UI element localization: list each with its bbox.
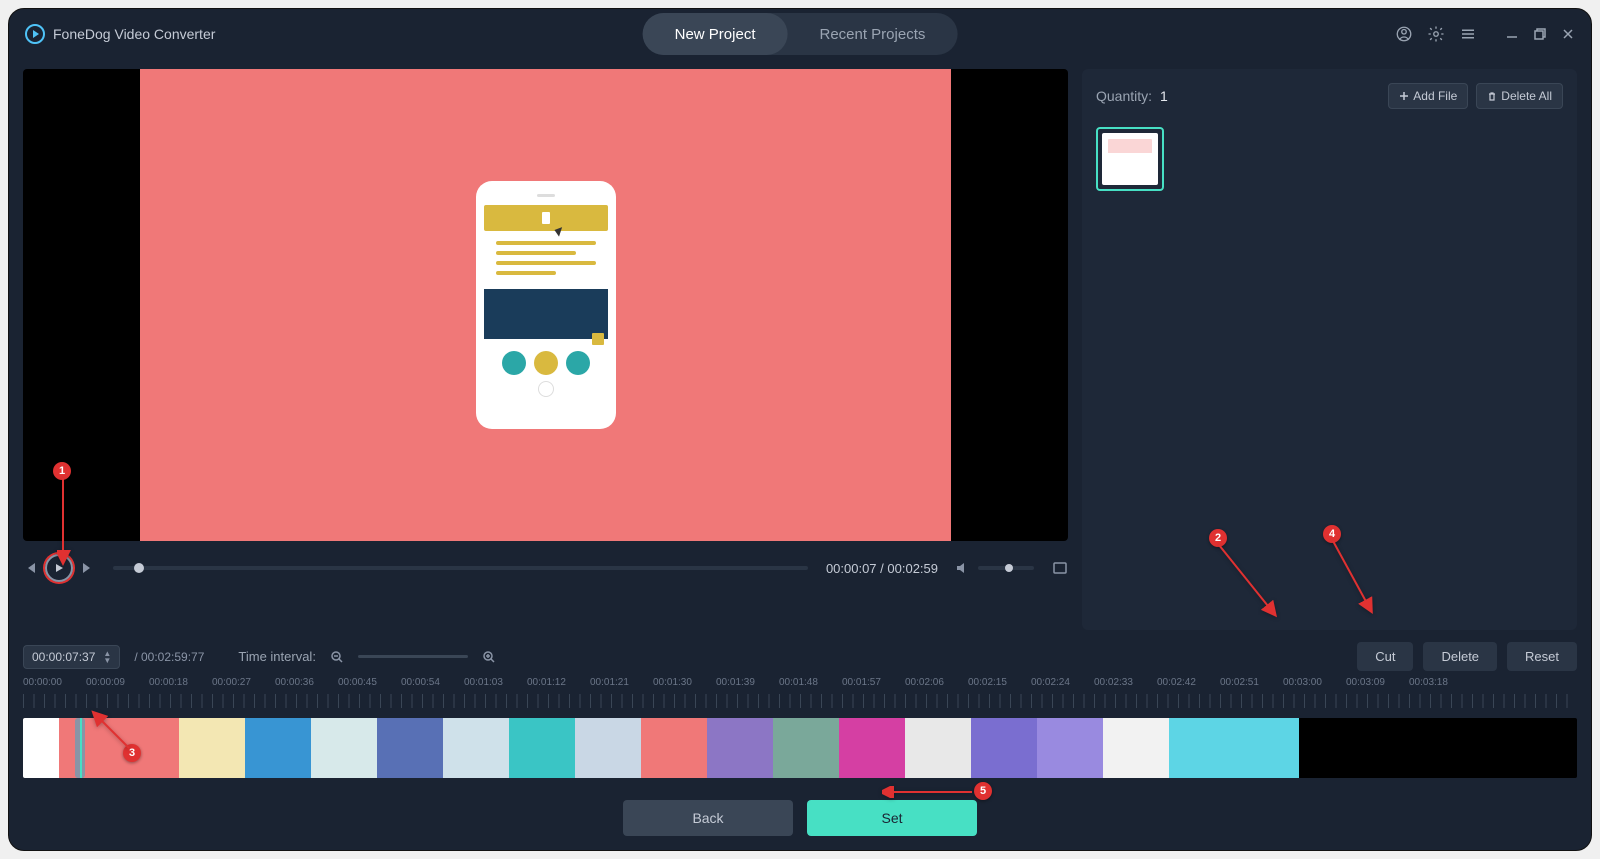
cut-button[interactable]: Cut <box>1357 642 1413 671</box>
arrow-icon <box>1217 543 1287 623</box>
app-title: FoneDog Video Converter <box>53 26 215 42</box>
ruler-tick: 00:03:09 <box>1346 677 1409 688</box>
volume-slider[interactable] <box>978 566 1034 570</box>
ruler-tick: 00:00:45 <box>338 677 401 688</box>
ruler-tick: 00:02:06 <box>905 677 968 688</box>
annotation-1: 1 <box>53 462 71 480</box>
ruler-tick: 00:02:42 <box>1157 677 1220 688</box>
user-icon[interactable] <box>1395 25 1413 43</box>
ruler-tick: 00:01:48 <box>779 677 842 688</box>
ruler-tick: 00:01:03 <box>464 677 527 688</box>
preview-column: 00:00:07 / 00:02:59 <box>23 69 1068 630</box>
titlebar: FoneDog Video Converter New Project Rece… <box>9 9 1591 59</box>
progress-handle[interactable] <box>134 563 144 573</box>
time-display: 00:00:07 / 00:02:59 <box>826 561 938 576</box>
tab-new-project[interactable]: New Project <box>643 13 788 55</box>
window-controls <box>1395 25 1575 43</box>
video-preview <box>23 69 1068 541</box>
zoom-slider[interactable] <box>358 655 468 658</box>
annotation-5: 5 <box>974 782 992 800</box>
ruler-tick: 00:00:18 <box>149 677 212 688</box>
bottom-bar: Back Set <box>9 786 1591 850</box>
logo-icon <box>25 24 45 44</box>
ruler-tick: 00:02:33 <box>1094 677 1157 688</box>
ruler-tick: 00:01:12 <box>527 677 590 688</box>
ruler-tick: 00:00:09 <box>86 677 149 688</box>
app-logo: FoneDog Video Converter <box>25 24 215 44</box>
playhead[interactable] <box>80 718 82 778</box>
zoom-in-icon[interactable] <box>482 650 496 664</box>
annotation-4: 4 <box>1323 525 1341 543</box>
ruler-tick: 00:01:21 <box>590 677 653 688</box>
ruler-tick: 00:01:30 <box>653 677 716 688</box>
minimize-button[interactable] <box>1505 27 1519 41</box>
sidebar: Quantity: 1 Add File Delete All <box>1082 69 1577 630</box>
quantity-label: Quantity: <box>1096 88 1152 104</box>
interval-label: Time interval: <box>238 649 316 664</box>
arrow-icon <box>1331 539 1381 619</box>
ruler-tick: 00:01:39 <box>716 677 779 688</box>
menu-icon[interactable] <box>1459 25 1477 43</box>
prev-frame-button[interactable] <box>23 561 37 575</box>
timeline-track[interactable] <box>23 718 1577 778</box>
arrow-icon <box>57 478 77 568</box>
arrow-icon <box>91 710 135 754</box>
delete-all-button[interactable]: Delete All <box>1476 83 1563 109</box>
zoom-out-icon[interactable] <box>330 650 344 664</box>
delete-button[interactable]: Delete <box>1423 642 1497 671</box>
ruler-tick: 00:02:24 <box>1031 677 1094 688</box>
edit-toolbar: 00:00:07:37 ▲▼ / 00:02:59:77 Time interv… <box>9 630 1591 675</box>
ruler-tick: 00:02:15 <box>968 677 1031 688</box>
close-button[interactable] <box>1561 27 1575 41</box>
ruler-tick: 00:00:36 <box>275 677 338 688</box>
volume-icon[interactable] <box>954 560 970 576</box>
progress-bar[interactable] <box>113 566 808 570</box>
ruler-tick: 00:00:54 <box>401 677 464 688</box>
volume-handle[interactable] <box>1005 564 1013 572</box>
ruler-tick: 00:01:57 <box>842 677 905 688</box>
timeline-ruler: 00:00:0000:00:0900:00:1800:00:2700:00:36… <box>9 675 1591 690</box>
thumbnail-list <box>1096 127 1563 191</box>
back-button[interactable]: Back <box>623 800 793 836</box>
timecode-input[interactable]: 00:00:07:37 ▲▼ <box>23 645 120 669</box>
time-step-down[interactable]: ▼ <box>103 657 111 664</box>
ruler-tick: 00:03:00 <box>1283 677 1346 688</box>
sidebar-header: Quantity: 1 Add File Delete All <box>1096 83 1563 109</box>
settings-icon[interactable] <box>1427 25 1445 43</box>
tab-recent-projects[interactable]: Recent Projects <box>787 13 957 55</box>
app-window: FoneDog Video Converter New Project Rece… <box>8 8 1592 851</box>
total-duration: / 00:02:59:77 <box>134 650 204 664</box>
quantity-value: 1 <box>1160 88 1168 104</box>
ruler-tick: 00:03:18 <box>1409 677 1472 688</box>
maximize-button[interactable] <box>1533 27 1547 41</box>
ruler-ticks <box>23 694 1577 708</box>
reset-button[interactable]: Reset <box>1507 642 1577 671</box>
project-tabs: New Project Recent Projects <box>643 13 958 55</box>
annotation-3: 3 <box>123 744 141 762</box>
arrow-icon <box>882 786 974 798</box>
set-button[interactable]: Set <box>807 800 977 836</box>
add-file-button[interactable]: Add File <box>1388 83 1468 109</box>
annotation-2: 2 <box>1209 529 1227 547</box>
fullscreen-button[interactable] <box>1052 560 1068 576</box>
video-content <box>140 69 951 541</box>
ruler-tick: 00:00:00 <box>23 677 86 688</box>
clip-thumbnail[interactable] <box>1096 127 1164 191</box>
phone-graphic <box>476 181 616 429</box>
ruler-tick: 00:00:27 <box>212 677 275 688</box>
ruler-tick: 00:02:51 <box>1220 677 1283 688</box>
next-frame-button[interactable] <box>81 561 95 575</box>
player-controls: 00:00:07 / 00:02:59 <box>23 551 1068 585</box>
